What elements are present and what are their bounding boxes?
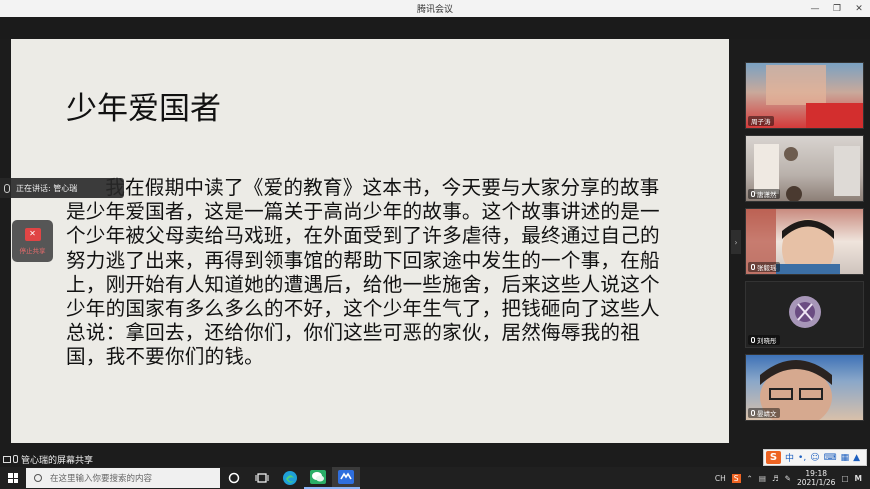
stop-share-label: 停止共享 [19, 246, 46, 255]
punctuation-icon[interactable]: •, [798, 453, 806, 463]
slide-body: 我在假期中读了《爱的教育》这本书，今天要与大家分享的故事是少年爱国者，这是一篇关… [66, 176, 660, 369]
volume-icon[interactable]: ♬ [772, 474, 779, 483]
minimize-icon[interactable]: — [804, 0, 826, 17]
participant-name: 唐潇然 [748, 189, 780, 199]
ime-toolbar[interactable]: S 中 •, ☺ ⌨ ▦ ▲ [763, 449, 867, 466]
restore-icon[interactable]: ❐ [826, 0, 848, 17]
window-title: 腾讯会议 [416, 5, 453, 15]
show-hidden-icons-icon[interactable]: ⌃ [747, 474, 753, 483]
speaking-label: 正在讲话: 管心瑞 [16, 183, 78, 193]
edge-browser-icon[interactable] [276, 467, 304, 489]
speaking-indicator: 正在讲话: 管心瑞 [0, 178, 124, 198]
participant-tile[interactable]: 晏靖文 [745, 354, 864, 421]
notification-icon[interactable]: □ [841, 474, 848, 483]
participant-name: 张毅瑶 [748, 262, 780, 272]
microphone-icon [13, 455, 18, 463]
task-view-icon[interactable] [248, 467, 276, 489]
emoji-icon[interactable]: ☺ [810, 453, 819, 463]
stop-share-icon: ✕ [24, 227, 41, 241]
windows-taskbar: 在这里输入你要搜索的内容 CH S ⌃ ▤ ♬ ✎ 19:18 2021/1/2… [0, 467, 870, 489]
start-button[interactable] [0, 467, 26, 489]
tencent-meeting-icon[interactable] [332, 467, 360, 489]
sogou-tray-icon[interactable]: S [731, 473, 741, 483]
shared-slide: 少年爱国者 我在假期中读了《爱的教育》这本书，今天要与大家分享的故事是少年爱国者… [11, 39, 729, 443]
network-icon[interactable]: ▤ [759, 474, 766, 483]
input-language[interactable]: CH [715, 474, 726, 483]
search-icon [34, 474, 42, 482]
app-tray-icon[interactable]: M [855, 474, 862, 483]
slide-title: 少年爱国者 [66, 91, 221, 127]
screen-icon [3, 455, 11, 463]
sogou-logo-icon: S [766, 451, 781, 464]
participant-tile[interactable]: 张毅瑶 [745, 208, 864, 275]
close-icon[interactable]: ✕ [848, 0, 870, 17]
participant-name: 刘晓彤 [748, 335, 780, 345]
pen-icon[interactable]: ✎ [785, 474, 791, 483]
participant-name: 周子涛 [748, 116, 774, 126]
window-titlebar: 腾讯会议 — ❐ ✕ [0, 0, 870, 17]
meeting-top-area [0, 17, 870, 39]
collapse-sidebar-button[interactable]: › [731, 230, 741, 254]
taskbar-clock[interactable]: 19:18 2021/1/26 [797, 469, 835, 487]
participant-tile[interactable]: 唐潇然 [745, 135, 864, 202]
ime-mode[interactable]: 中 [785, 451, 794, 464]
stop-share-button[interactable]: ✕ 停止共享 [12, 220, 53, 262]
skin-icon[interactable]: ▲ [853, 453, 860, 463]
system-tray: CH S ⌃ ▤ ♬ ✎ 19:18 2021/1/26 □ M [715, 467, 870, 489]
participant-name: 晏靖文 [748, 408, 780, 418]
windows-logo-icon [8, 473, 18, 483]
screen-share-label: 管心瑞的屏幕共享 [0, 452, 93, 466]
keyboard-icon[interactable]: ▦ [841, 453, 850, 463]
voice-icon[interactable]: ⌨ [824, 453, 837, 463]
microphone-icon [4, 183, 10, 193]
participant-tile[interactable]: 周子涛 [745, 62, 864, 129]
participant-tile[interactable]: 刘晓彤 [745, 281, 864, 348]
search-placeholder: 在这里输入你要搜索的内容 [50, 474, 153, 484]
wechat-icon[interactable] [304, 467, 332, 489]
window-controls: — ❐ ✕ [804, 0, 870, 17]
taskbar-search[interactable]: 在这里输入你要搜索的内容 [26, 468, 220, 488]
cortana-icon[interactable] [220, 467, 248, 489]
